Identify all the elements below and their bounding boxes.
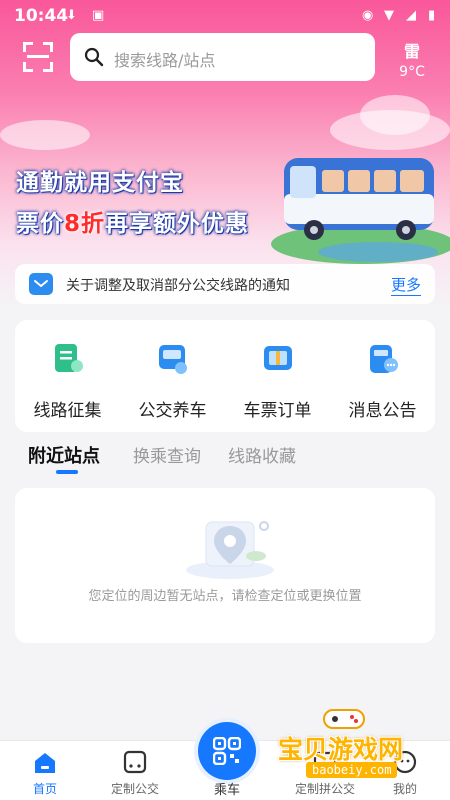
game-controller-icon [323,709,365,729]
service-grid: 线路征集 公交养车 车票订单 消息公告 [15,320,435,432]
search-input[interactable]: 搜索线路/站点 [70,33,375,81]
qr-code-icon [213,737,241,765]
battery-icon: ▮ [428,8,436,23]
weather-temperature: 9°C [399,64,425,80]
notice-bar[interactable]: 关于调整及取消部分公交线路的通知 更多 [15,264,435,304]
banner-slogan-line1: 通勤就用支付宝 [16,170,184,196]
notice-more-link[interactable]: 更多 [390,274,421,296]
notice-message-icon [29,273,53,295]
service-ticket-order[interactable]: 车票订单 [225,320,330,432]
nav-label: 定制公交 [110,782,159,796]
status-bar: 10:44 ⬇ ▣ ◉ ▼ ◢ ▮ [0,0,450,32]
ride-label[interactable]: 乘车 [198,779,256,798]
nearby-stations-panel: 您定位的周边暂无站点，请检查定位或更换位置 [15,488,435,643]
nav-home[interactable]: 首页 [15,741,75,800]
bus-illustration [271,158,450,264]
status-time: 10:44 [14,6,69,26]
active-tab-indicator [56,470,78,474]
app-notification-icon: ▣ [92,8,105,23]
scan-icon[interactable] [23,42,53,72]
service-label: 消息公告 [348,401,417,421]
tab-favorite-routes[interactable]: 线路收藏 [228,442,296,467]
weather-widget[interactable]: 雷 9°C [392,38,432,80]
route-collect-icon [55,344,83,372]
watermark-title: 宝贝游戏网 [278,735,404,764]
service-message-notice[interactable]: 消息公告 [330,320,435,432]
search-placeholder: 搜索线路/站点 [114,51,216,70]
service-route-collect[interactable]: 线路征集 [15,320,120,432]
cloud-decoration [0,120,90,150]
nav-label: 首页 [32,782,57,796]
service-label: 公交养车 [138,401,207,421]
nav-custom-bus[interactable]: 定制公交 [100,741,170,800]
custom-bus-icon [123,750,147,774]
tab-transfer-query[interactable]: 换乘查询 [133,442,201,467]
thunderstorm-icon: 雷 [403,42,420,61]
location-pin-illustration [186,521,274,579]
ticket-order-icon [264,346,292,370]
service-label: 线路征集 [33,401,102,421]
search-icon [84,47,104,67]
service-bus-maintenance[interactable]: 公交养车 [120,320,225,432]
wifi-icon: ▼ [384,8,394,23]
location-icon: ◉ [362,8,374,23]
download-icon: ⬇ [66,8,77,23]
cloud-decoration [360,95,430,135]
signal-icon: ◢ [406,8,416,23]
banner-slogan-line2: 票价8折再享额外优惠 [16,211,250,237]
notice-text: 关于调整及取消部分公交线路的通知 [66,278,290,294]
home-icon [35,753,55,773]
watermark-url: baobeiy.com [306,762,398,778]
tab-nearby-stations[interactable]: 附近站点 [28,442,100,468]
site-watermark: 宝贝游戏网 baobeiy.com [272,706,442,788]
ride-qr-button[interactable] [198,722,256,780]
discount-highlight: 8折 [64,211,106,237]
message-notice-icon [370,345,398,373]
service-label: 车票订单 [243,401,312,421]
nearby-empty-text: 您定位的周边暂无站点，请检查定位或更换位置 [88,589,362,604]
bus-maintenance-icon [159,345,187,374]
